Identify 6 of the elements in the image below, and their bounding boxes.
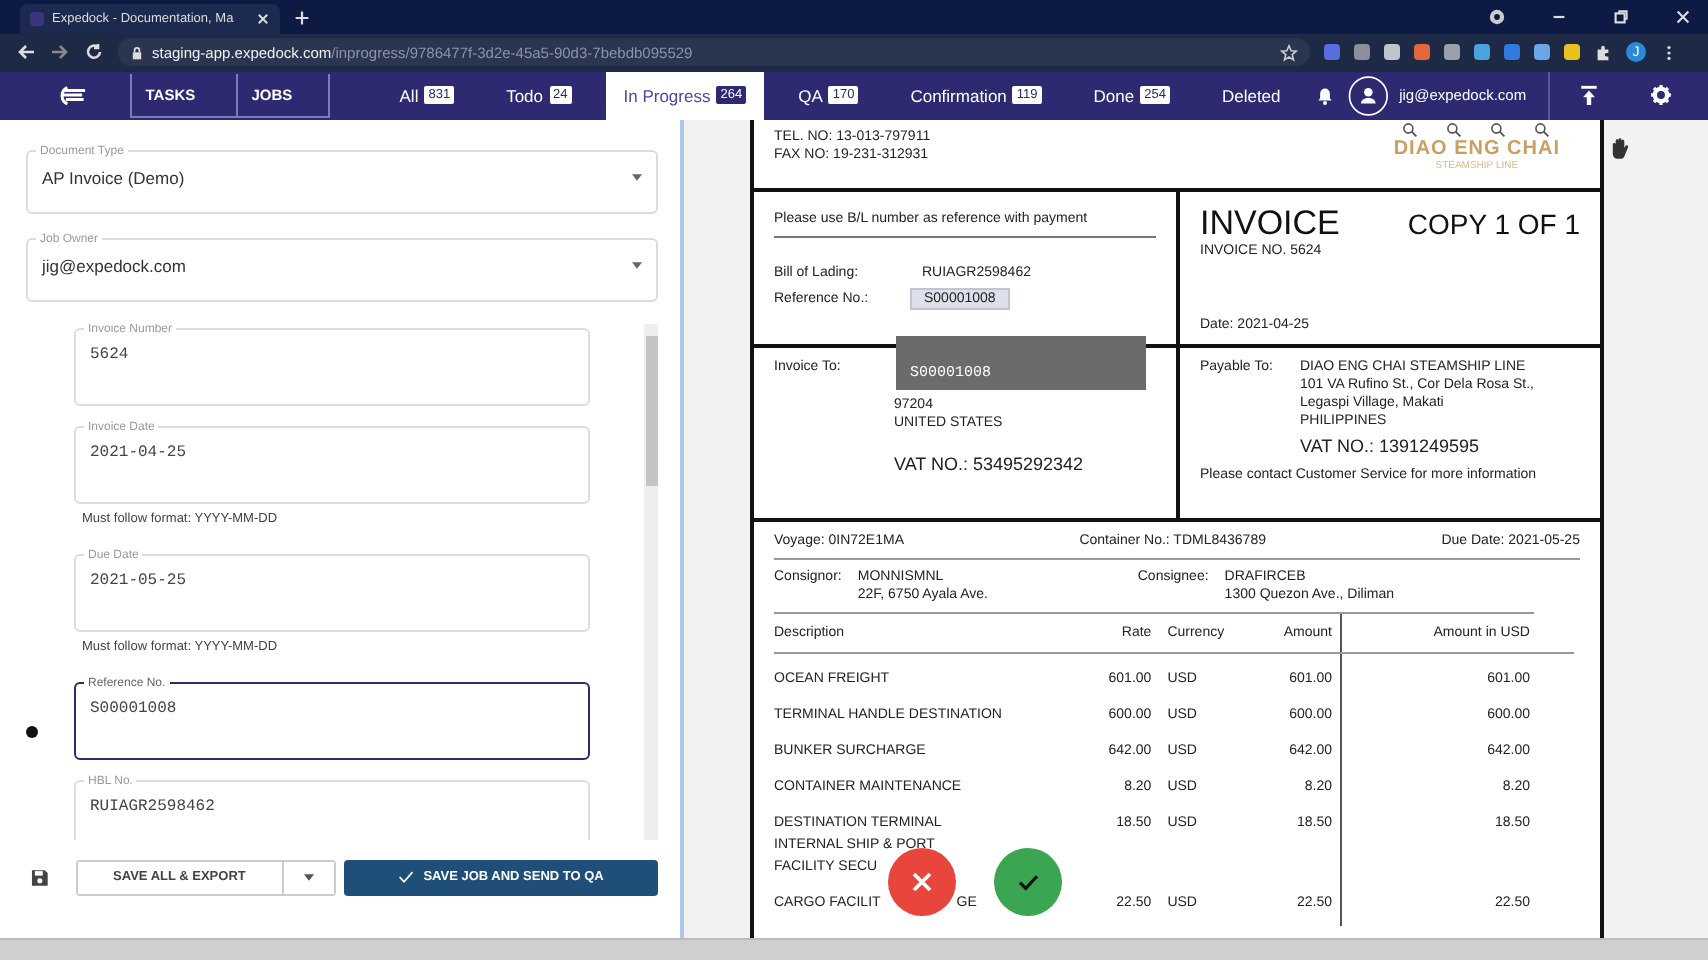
status-tab[interactable]: Deleted xyxy=(1203,71,1299,120)
vat-number: VAT NO.: 53495292342 xyxy=(894,453,1086,474)
copy-label: COPY 1 OF 1 xyxy=(1407,207,1580,240)
invoice-title: INVOICE xyxy=(1200,203,1340,244)
vat-number: VAT NO.: 1391249595 xyxy=(1300,435,1482,456)
company-logo-text: DIAO ENG CHAI xyxy=(1393,137,1560,160)
